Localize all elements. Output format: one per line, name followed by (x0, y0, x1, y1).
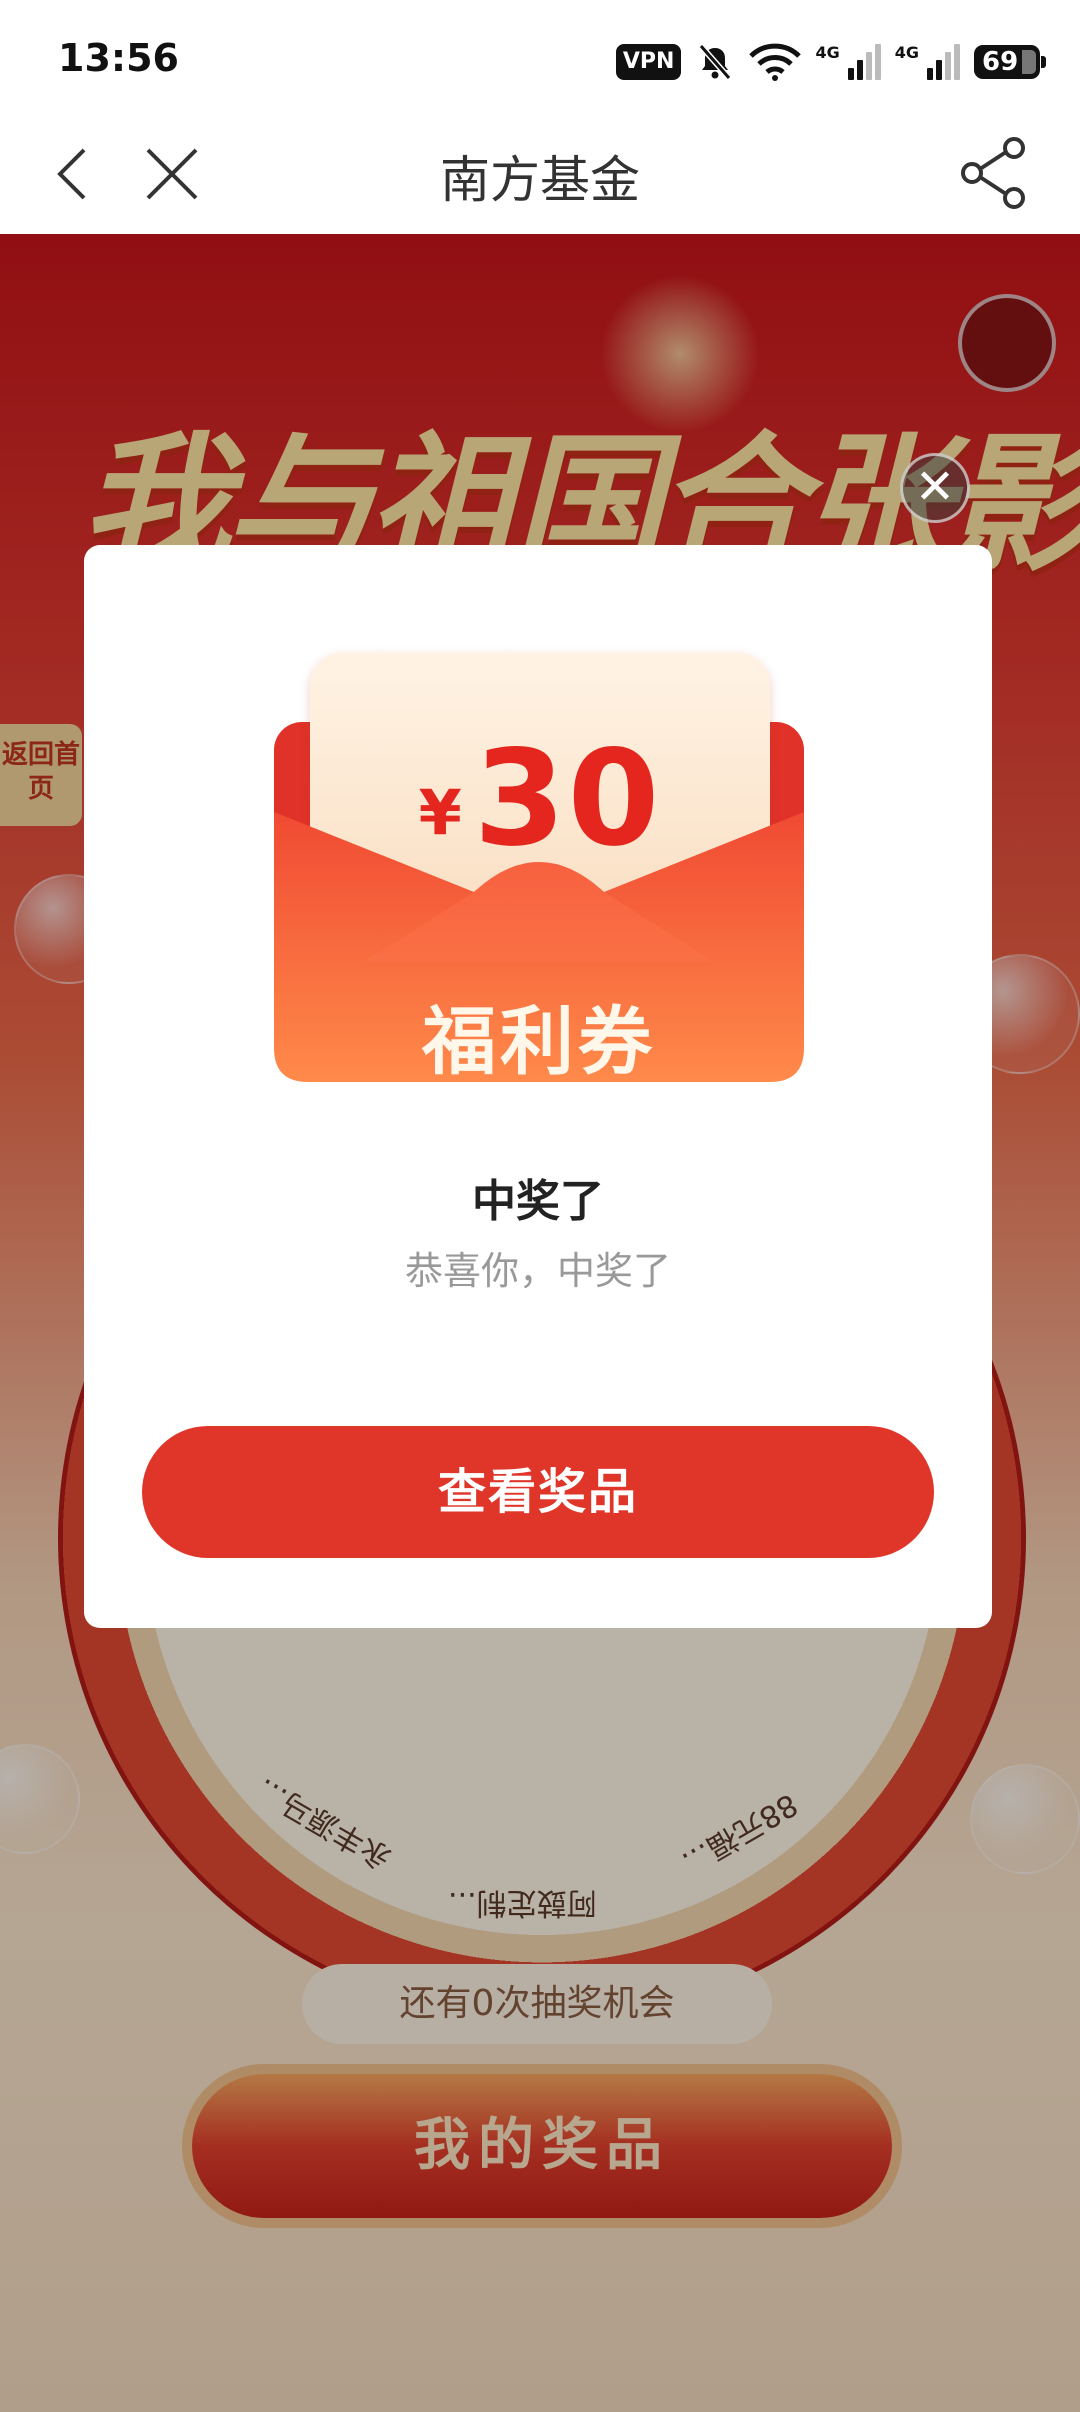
signal-strength-icon-2 (927, 44, 960, 80)
popup-close-button[interactable]: ✕ (900, 453, 970, 523)
win-title: 中奖了 (472, 1176, 604, 1227)
status-bar: 13:56 VPN 4G 4G 69 (0, 0, 1080, 120)
status-icons: VPN 4G 4G 69 (615, 40, 1046, 84)
network-type-1: 4G (815, 42, 840, 62)
battery-level: 69 (982, 47, 1019, 77)
nav-bar: 南方基金 (0, 120, 1080, 234)
win-subtitle: 恭喜你，中奖了 (404, 1249, 671, 1293)
view-prize-button[interactable]: 查看奖品 (142, 1426, 934, 1558)
network-type-2: 4G (894, 42, 919, 62)
page-title: 南方基金 (440, 151, 640, 209)
prize-popup: ¥30 福利券 中奖了 恭喜你，中奖了 查看奖品 (84, 545, 992, 1628)
share-icon[interactable] (960, 136, 1026, 210)
coupon-envelope: ¥30 福利券 (274, 652, 804, 1102)
battery-icon: 69 (974, 45, 1046, 79)
status-time: 13:56 (58, 36, 179, 80)
signal-strength-icon-1 (847, 44, 881, 80)
wifi-icon (749, 43, 802, 81)
vpn-icon: VPN (615, 44, 682, 80)
coupon-type-label: 福利券 (422, 999, 656, 1085)
mute-bell-icon (699, 44, 732, 80)
